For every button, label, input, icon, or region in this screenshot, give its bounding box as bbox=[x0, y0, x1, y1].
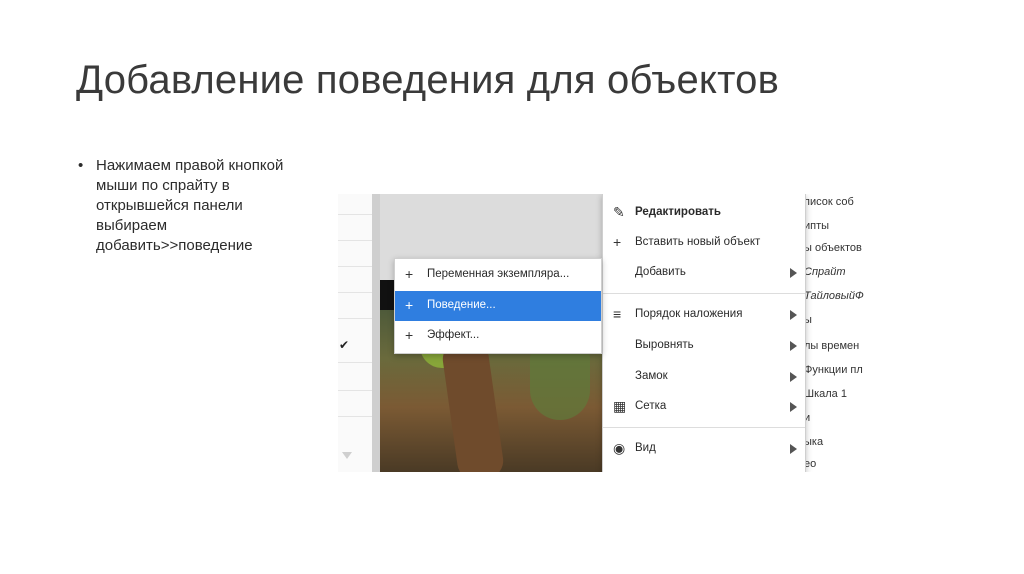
menu-item-grid[interactable]: ▦ Сетка bbox=[603, 392, 805, 422]
left-properties-strip: ✔ bbox=[338, 194, 373, 472]
checkmark-icon[interactable]: ✔ bbox=[339, 338, 349, 352]
eye-icon: ◉ bbox=[613, 440, 626, 456]
menu-item-label: Порядок наложения bbox=[635, 308, 743, 320]
submenu-arrow-icon bbox=[790, 310, 797, 320]
tree-item[interactable]: писок соб bbox=[804, 196, 854, 208]
plus-icon: + bbox=[613, 234, 622, 250]
slide-title: Добавление поведения для объектов bbox=[76, 58, 780, 102]
submenu-item-label: Поведение... bbox=[427, 299, 496, 311]
list-icon: ≡ bbox=[613, 306, 622, 322]
submenu-arrow-icon bbox=[790, 402, 797, 412]
menu-item-label: Редактировать bbox=[635, 206, 721, 218]
submenu-arrow-icon bbox=[790, 444, 797, 454]
plus-icon: + bbox=[405, 327, 414, 343]
submenu-item-label: Эффект... bbox=[427, 329, 480, 341]
submenu-item-instance-variable[interactable]: + Переменная экземпляра... bbox=[395, 260, 601, 290]
scroll-down-arrow-icon[interactable] bbox=[342, 452, 352, 459]
menu-item-edit[interactable]: ✎ Редактировать bbox=[603, 198, 805, 228]
menu-item-label: Выровнять bbox=[635, 339, 694, 351]
grid-icon: ▦ bbox=[613, 398, 627, 414]
menu-item-label: Вид bbox=[635, 442, 656, 454]
tree-item[interactable]: Шкала 1 bbox=[804, 388, 847, 400]
tree-item[interactable]: ипты bbox=[804, 220, 829, 232]
submenu-arrow-icon bbox=[790, 341, 797, 351]
tree-item[interactable]: ТайловыйФ bbox=[804, 290, 864, 302]
menu-item-add[interactable]: Добавить bbox=[603, 258, 805, 288]
submenu-arrow-icon bbox=[790, 372, 797, 382]
menu-item-label: Сетка bbox=[635, 400, 667, 412]
menu-item-label: Вставить новый объект bbox=[635, 236, 761, 248]
plus-icon: + bbox=[405, 266, 414, 282]
menu-item-label: Добавить bbox=[635, 266, 686, 278]
tree-item[interactable]: ы объектов bbox=[804, 242, 862, 254]
plus-icon: + bbox=[405, 297, 414, 313]
menu-item-view[interactable]: ◉ Вид bbox=[603, 434, 805, 464]
add-submenu: + Переменная экземпляра... + Поведение..… bbox=[394, 258, 602, 354]
menu-item-insert-object[interactable]: + Вставить новый объект bbox=[603, 228, 805, 258]
menu-item-label: Замок bbox=[635, 370, 668, 382]
project-tree-panel: писок соб ипты ы объектов Спрайт Тайловы… bbox=[804, 194, 868, 472]
tree-item[interactable]: Спрайт bbox=[804, 266, 846, 278]
menu-item-z-order[interactable]: ≡ Порядок наложения bbox=[603, 300, 805, 330]
tree-item[interactable]: ыка bbox=[804, 436, 823, 448]
menu-item-lock[interactable]: Замок bbox=[603, 362, 805, 392]
bullet-item: • Нажимаем правой кнопкой мыши по спрайт… bbox=[78, 156, 303, 256]
submenu-arrow-icon bbox=[790, 268, 797, 278]
editor-screenshot: ✔ писок соб ипты ы объектов Спрайт Тайло… bbox=[338, 194, 868, 472]
pencil-icon: ✎ bbox=[613, 204, 625, 220]
submenu-item-effect[interactable]: + Эффект... bbox=[395, 321, 601, 351]
tree-item[interactable]: лы времен bbox=[804, 340, 859, 352]
menu-item-align[interactable]: Выровнять bbox=[603, 331, 805, 361]
bullet-text: Нажимаем правой кнопкой мыши по спрайту … bbox=[96, 157, 284, 254]
bullet-dot: • bbox=[78, 157, 84, 174]
panel-divider[interactable] bbox=[372, 194, 380, 472]
tree-item[interactable]: Функции пл bbox=[804, 364, 863, 376]
context-menu: ✎ Редактировать + Вставить новый объект … bbox=[602, 194, 806, 472]
submenu-item-label: Переменная экземпляра... bbox=[427, 268, 570, 280]
submenu-item-behavior[interactable]: + Поведение... bbox=[395, 291, 601, 321]
